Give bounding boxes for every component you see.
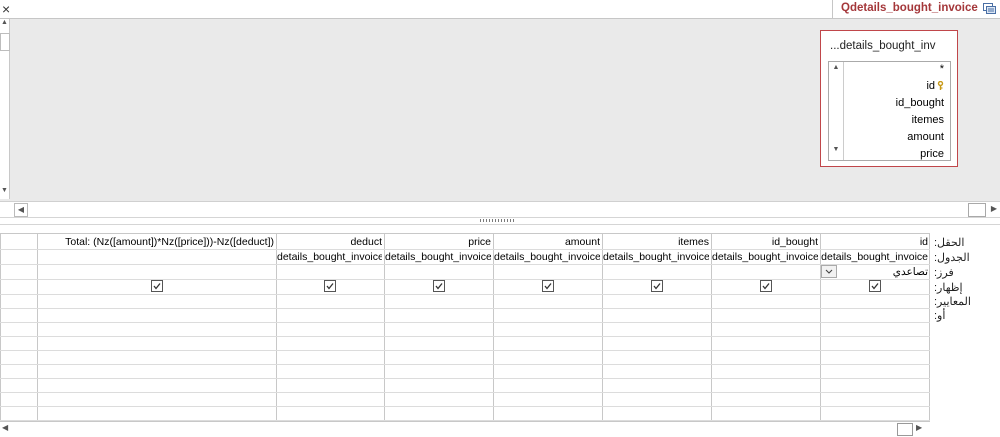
row-label-sort: فرز: [934, 267, 954, 279]
field-cell[interactable]: itemes [603, 235, 709, 249]
grid-row-divider [0, 336, 930, 337]
close-icon[interactable]: × [2, 1, 10, 17]
field-list-item[interactable]: * [940, 63, 944, 75]
query-icon [983, 3, 996, 14]
scroll-thumb[interactable] [897, 423, 913, 436]
field-list-box[interactable]: ▲ ▼ * id id_bought itemes amount price [828, 61, 951, 161]
field-list-item[interactable]: amount [907, 131, 944, 143]
sort-cell[interactable] [712, 265, 818, 279]
checkmark-icon [762, 283, 770, 290]
table-cell[interactable]: details_bought_invoice [277, 250, 382, 264]
grid-row-divider [0, 378, 930, 379]
scroll-thumb[interactable] [0, 33, 10, 51]
sort-cell[interactable] [494, 265, 600, 279]
field-list-item[interactable]: price [920, 148, 944, 160]
field-list-scrollbar[interactable]: ▲ ▼ [829, 62, 844, 160]
field-list-item-label: id [926, 80, 935, 92]
field-cell[interactable]: amount [494, 235, 600, 249]
grid-column-divider [0, 234, 1, 422]
scroll-down-icon[interactable]: ▼ [829, 146, 843, 153]
show-checkbox[interactable] [151, 280, 163, 292]
table-cell[interactable] [38, 250, 274, 264]
table-cell[interactable]: details_bought_invoice [494, 250, 600, 264]
sort-dropdown-button[interactable] [821, 265, 837, 278]
show-checkbox[interactable] [324, 280, 336, 292]
sort-cell[interactable] [277, 265, 382, 279]
table-cell[interactable]: details_bought_invoice [712, 250, 818, 264]
grid-row-divider [0, 322, 930, 323]
pane-splitter[interactable] [0, 217, 1000, 225]
table-pane-vertical-scrollbar[interactable]: ▲ ▼ [0, 19, 10, 199]
field-cell[interactable]: deduct [277, 235, 382, 249]
row-label-table: الجدول: [934, 252, 970, 264]
scroll-left-icon[interactable]: ◀ [2, 423, 8, 432]
checkmark-icon [153, 283, 161, 290]
field-cell[interactable]: id [821, 235, 928, 249]
show-checkbox[interactable] [542, 280, 554, 292]
scroll-up-icon[interactable]: ▲ [829, 64, 843, 71]
tab-title: Qdetails_bought_invoice [841, 2, 978, 14]
show-checkbox[interactable] [760, 280, 772, 292]
show-checkbox[interactable] [869, 280, 881, 292]
sort-cell[interactable]: تصاعدي [821, 265, 928, 279]
row-label-show: إظهار: [934, 282, 963, 294]
table-pane-horizontal-scrollbar[interactable]: ◀ ▶ [0, 201, 1000, 217]
sort-cell[interactable] [603, 265, 709, 279]
field-list-title: ...details_bought_inv [830, 40, 936, 52]
scroll-thumb[interactable] [968, 203, 986, 217]
checkmark-icon [544, 283, 552, 290]
grid-row-divider [0, 279, 930, 280]
primary-key-icon [937, 81, 944, 90]
field-list-item[interactable]: itemes [912, 114, 944, 126]
sort-cell[interactable] [385, 265, 491, 279]
chevron-down-icon [825, 269, 833, 274]
table-cell[interactable]: details_bought_invoice [821, 250, 928, 264]
grid-row-divider [0, 350, 930, 351]
checkmark-icon [326, 283, 334, 290]
grid-horizontal-scrollbar[interactable]: ◀ ▶ [0, 421, 930, 437]
grid-row-divider [0, 392, 930, 393]
row-label-criteria: المعايير: [934, 296, 971, 308]
grid-row-divider [0, 294, 930, 295]
query-design-grid[interactable]: id details_bought_invoice تصاعدي id_bought d… [0, 233, 930, 422]
field-list-window[interactable]: ...details_bought_inv ▲ ▼ * id id_bought… [820, 30, 958, 167]
table-cell[interactable]: details_bought_invoice [385, 250, 491, 264]
table-cell[interactable]: details_bought_invoice [603, 250, 709, 264]
splitter-grip[interactable] [480, 219, 514, 222]
field-list-item[interactable]: id [926, 80, 944, 92]
scroll-down-icon[interactable]: ▼ [0, 187, 9, 194]
scroll-right-icon[interactable]: ▶ [988, 203, 1000, 215]
sort-cell[interactable] [38, 265, 274, 279]
grid-row-divider [0, 308, 930, 309]
row-label-field: الحقل: [934, 237, 965, 249]
tab-query-design[interactable]: Qdetails_bought_invoice [832, 0, 1000, 18]
scroll-up-icon[interactable]: ▲ [0, 19, 9, 26]
show-checkbox[interactable] [433, 280, 445, 292]
scroll-left-icon[interactable]: ◀ [14, 203, 28, 217]
field-cell[interactable]: id_bought [712, 235, 818, 249]
checkmark-icon [653, 283, 661, 290]
checkmark-icon [435, 283, 443, 290]
scroll-right-icon[interactable]: ▶ [916, 423, 922, 432]
field-cell[interactable]: Total: (Nz([amount])*Nz([price]))-Nz([de… [38, 235, 274, 249]
grid-column-divider [929, 234, 930, 422]
checkmark-icon [871, 283, 879, 290]
grid-row-divider [0, 364, 930, 365]
field-cell[interactable]: price [385, 235, 491, 249]
row-label-or: أو: [934, 310, 946, 322]
show-checkbox[interactable] [651, 280, 663, 292]
grid-row-divider [0, 406, 930, 407]
field-list-item[interactable]: id_bought [896, 97, 944, 109]
